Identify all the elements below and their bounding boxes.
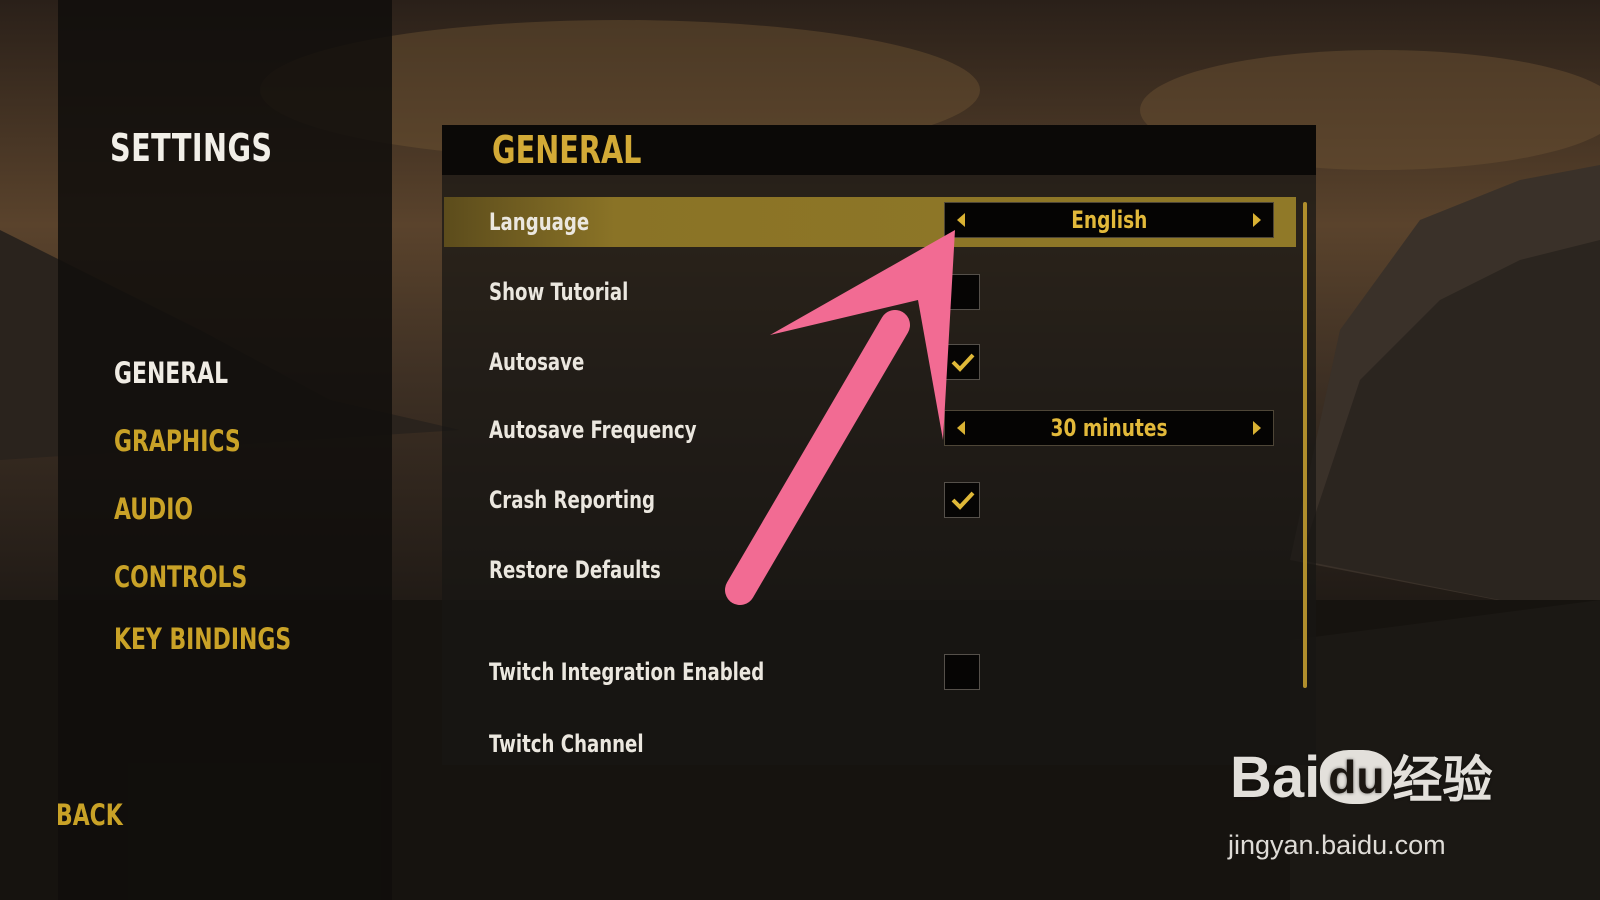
settings-scrollbar[interactable] bbox=[1303, 202, 1307, 688]
language-row[interactable]: Language English bbox=[444, 197, 1296, 247]
settings-sidebar: SETTINGS GENERAL GRAPHICS AUDIO CONTROLS… bbox=[58, 0, 392, 900]
show-tutorial-label: Show Tutorial bbox=[489, 278, 629, 306]
baidu-watermark-url: jingyan.baidu.com bbox=[1228, 830, 1446, 860]
language-value: English bbox=[1070, 206, 1148, 234]
arrow-right-icon[interactable] bbox=[1253, 213, 1261, 227]
autosave-frequency-value: 30 minutes bbox=[1050, 414, 1168, 442]
twitch-integration-row[interactable]: Twitch Integration Enabled bbox=[444, 647, 1296, 697]
panel-title: GENERAL bbox=[492, 128, 642, 172]
crash-reporting-checkbox[interactable] bbox=[944, 482, 980, 518]
autosave-frequency-label: Autosave Frequency bbox=[489, 416, 697, 444]
autosave-label: Autosave bbox=[489, 348, 585, 376]
twitch-channel-row[interactable]: Twitch Channel bbox=[444, 719, 1296, 769]
arrow-right-icon[interactable] bbox=[1253, 421, 1261, 435]
checkmark-icon bbox=[951, 491, 975, 510]
language-selector[interactable]: English bbox=[944, 202, 1274, 238]
settings-title: SETTINGS bbox=[110, 126, 273, 170]
checkmark-icon bbox=[951, 353, 975, 372]
nav-item-general[interactable]: GENERAL bbox=[114, 356, 228, 390]
autosave-row[interactable]: Autosave bbox=[444, 337, 1296, 387]
restore-defaults-row[interactable]: Restore Defaults bbox=[444, 545, 1296, 595]
twitch-integration-label: Twitch Integration Enabled bbox=[489, 658, 765, 686]
show-tutorial-checkbox[interactable] bbox=[944, 274, 980, 310]
nav-item-controls[interactable]: CONTROLS bbox=[114, 560, 247, 594]
watermark-logo-text: Bai bbox=[1230, 745, 1321, 810]
crash-reporting-label: Crash Reporting bbox=[489, 486, 655, 514]
crash-reporting-row[interactable]: Crash Reporting bbox=[444, 475, 1296, 525]
restore-defaults-button[interactable]: Restore Defaults bbox=[489, 545, 661, 595]
nav-item-key-bindings[interactable]: KEY BINDINGS bbox=[114, 622, 291, 656]
autosave-frequency-selector[interactable]: 30 minutes bbox=[944, 410, 1274, 446]
show-tutorial-row[interactable]: Show Tutorial bbox=[444, 267, 1296, 317]
twitch-channel-label: Twitch Channel bbox=[489, 730, 644, 758]
autosave-frequency-row[interactable]: Autosave Frequency 30 minutes bbox=[444, 405, 1296, 455]
paw-icon: du bbox=[1320, 750, 1393, 804]
back-button[interactable]: BACK bbox=[56, 798, 123, 832]
watermark-logo-cn: 经验 bbox=[1392, 752, 1493, 808]
autosave-checkbox[interactable] bbox=[944, 344, 980, 380]
general-settings-panel: GENERAL Language English Show Tutorial A… bbox=[442, 125, 1316, 765]
nav-item-graphics[interactable]: GRAPHICS bbox=[114, 424, 241, 458]
nav-item-audio[interactable]: AUDIO bbox=[114, 492, 193, 526]
language-label: Language bbox=[489, 208, 590, 236]
twitch-integration-checkbox[interactable] bbox=[944, 654, 980, 690]
panel-header: GENERAL bbox=[442, 125, 1316, 175]
baidu-watermark-logo: Bai du 经验 bbox=[1230, 740, 1492, 812]
